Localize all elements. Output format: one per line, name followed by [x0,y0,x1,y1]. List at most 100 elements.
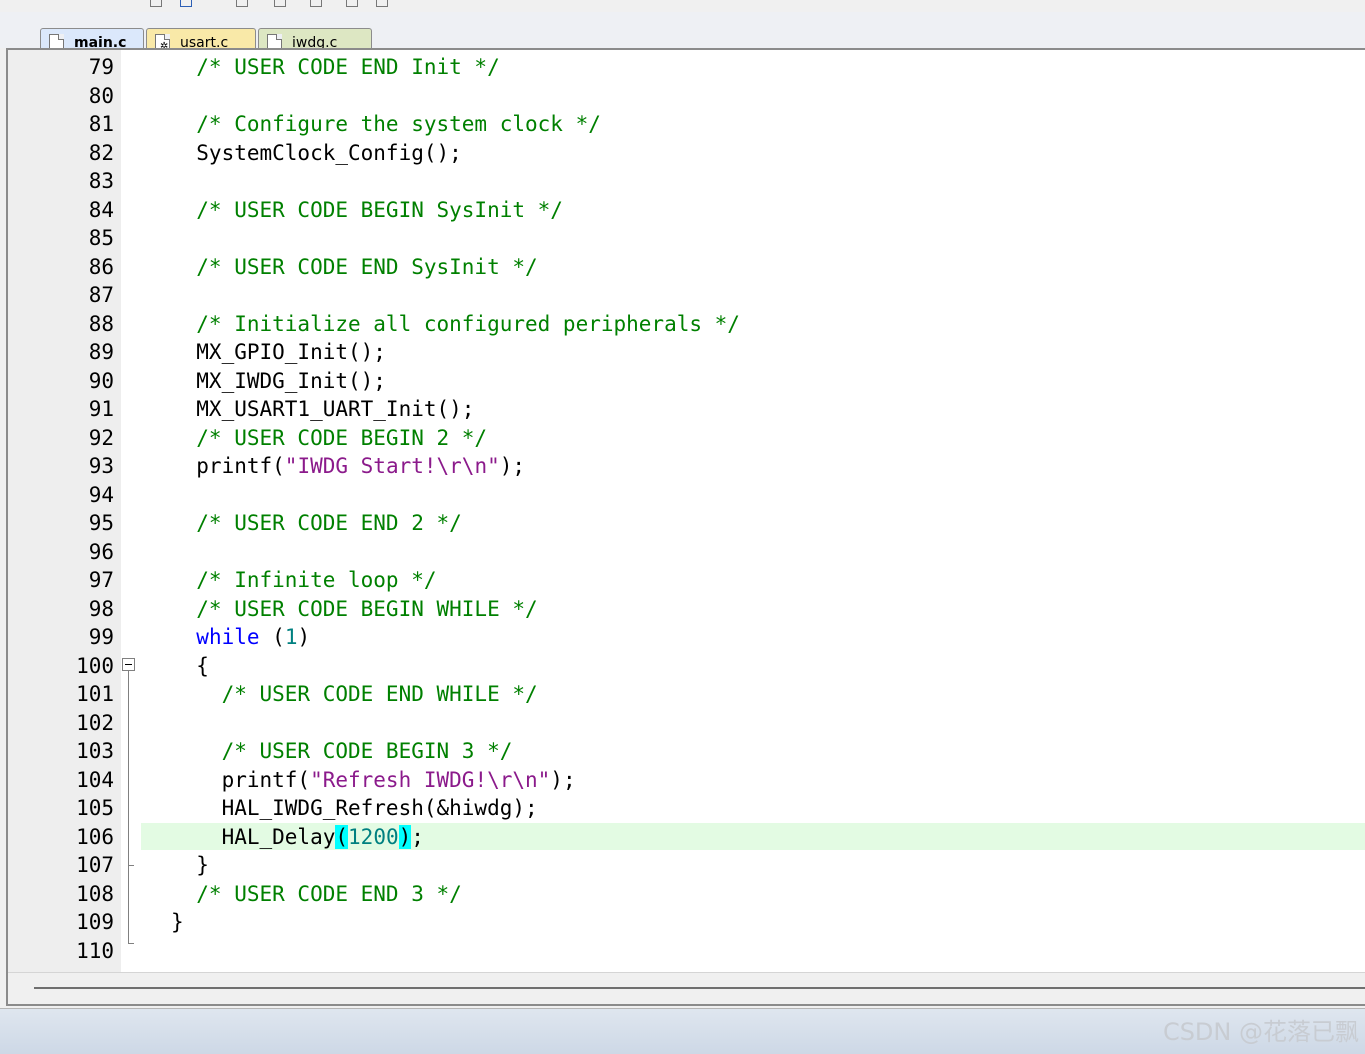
code-token: /* USER CODE BEGIN 3 */ [171,739,513,763]
code-line[interactable]: 98 /* USER CODE BEGIN WHILE */ [8,595,1365,624]
code-token: /* USER CODE END Init */ [171,55,500,79]
code-token: "IWDG Start!\r\n" [284,454,500,478]
line-number: 101 [76,682,114,706]
code-text: MX_USART1_UART_Init(); [171,395,474,423]
code-line[interactable]: 106 HAL_Delay(1200); [8,823,1365,852]
toolbar-button[interactable] [346,0,358,7]
code-token: 1200 [348,824,399,849]
code-token: /* USER CODE BEGIN 2 */ [171,425,488,450]
line-number: 107 [76,853,114,877]
code-token: SystemClock_Config(); [171,140,462,165]
line-number: 97 [88,568,114,592]
code-line[interactable]: 79 /* USER CODE END Init */ [8,53,1365,82]
line-number: 94 [88,482,114,507]
code-token: /* Configure the system clock */ [171,112,601,136]
code-line[interactable]: 104 printf("Refresh IWDG!\r\n"); [8,766,1365,795]
code-token: /* USER CODE END SysInit */ [171,254,538,279]
line-number: 79 [88,55,114,79]
code-text: HAL_IWDG_Refresh(&hiwdg); [171,794,538,822]
line-number: 91 [88,397,114,421]
code-token: /* USER CODE END 2 */ [171,511,462,535]
code-text: /* USER CODE BEGIN 3 */ [171,737,513,765]
code-line[interactable]: 97 /* Infinite loop */ [8,566,1365,595]
toolbar-button[interactable] [274,0,286,7]
line-number: 102 [76,710,114,735]
code-token: printf( [171,767,311,792]
fold-end-marker [128,943,134,944]
code-line[interactable]: 89 MX_GPIO_Init(); [8,338,1365,367]
code-line[interactable]: 100 { [8,652,1365,681]
code-text: SystemClock_Config(); [171,139,462,167]
line-number: 83 [88,169,114,193]
code-line[interactable]: 82 SystemClock_Config(); [8,139,1365,168]
code-line[interactable]: 86 /* USER CODE END SysInit */ [8,253,1365,282]
toolbar-button[interactable] [180,0,192,7]
line-number: 82 [88,140,114,165]
fold-end-marker [128,865,134,866]
code-line[interactable]: 90 MX_IWDG_Init(); [8,367,1365,396]
code-line[interactable]: 80 [8,82,1365,111]
code-token: /* USER CODE BEGIN WHILE */ [171,596,538,621]
line-number: 86 [88,254,114,279]
code-line[interactable]: 102 [8,709,1365,738]
toolbar-button[interactable] [236,0,248,7]
code-line[interactable]: 103 /* USER CODE BEGIN 3 */ [8,737,1365,766]
code-text: /* USER CODE END SysInit */ [171,253,538,281]
code-token: { [171,653,209,678]
code-line[interactable]: 83 [8,167,1365,196]
toolbar-button[interactable] [376,0,388,7]
file-tab-bar: main.c ✲ usart.c iwdg.c [0,12,1365,56]
code-line[interactable]: 95 /* USER CODE END 2 */ [8,509,1365,538]
code-line[interactable]: 91 MX_USART1_UART_Init(); [8,395,1365,424]
code-token: while [196,625,260,649]
code-token: HAL_Delay [171,824,336,849]
code-token: HAL_IWDG_Refresh(&hiwdg); [171,796,538,820]
code-line[interactable]: 108 /* USER CODE END 3 */ [8,880,1365,909]
toolbar-button[interactable] [310,0,322,7]
line-number: 81 [88,112,114,136]
code-token: ); [499,454,526,478]
line-number: 87 [88,283,114,307]
code-line[interactable]: 99 while (1) [8,623,1365,652]
line-number: 90 [88,368,114,393]
line-number: 80 [88,83,114,108]
code-token: ); [550,767,576,792]
code-text: } [171,908,184,936]
code-text: /* USER CODE END Init */ [171,53,500,81]
line-number: 88 [88,311,114,336]
line-number: 100 [76,653,114,678]
scrollbar-track[interactable] [34,987,1365,989]
code-line[interactable]: 109} [8,908,1365,937]
line-number: 84 [88,197,114,222]
code-text: /* Configure the system clock */ [171,110,601,138]
code-line[interactable]: 105 HAL_IWDG_Refresh(&hiwdg); [8,794,1365,823]
code-line[interactable]: 81 /* Configure the system clock */ [8,110,1365,139]
fold-guide [128,671,129,943]
fold-collapse-icon[interactable] [122,658,135,671]
code-editor[interactable]: 79 /* USER CODE END Init */80 81 /* Confi… [6,48,1365,1006]
code-line[interactable]: 94 [8,481,1365,510]
line-number: 93 [88,454,114,478]
code-text: printf("IWDG Start!\r\n"); [171,452,525,480]
code-text: /* Initialize all configured peripherals… [171,310,740,338]
code-text: /* USER CODE BEGIN 2 */ [171,424,487,452]
code-line[interactable]: 84 /* USER CODE BEGIN SysInit */ [8,196,1365,225]
toolbar-button[interactable] [150,0,162,7]
code-line[interactable]: 96 [8,538,1365,567]
code-token: MX_USART1_UART_Init(); [171,397,475,421]
code-line[interactable]: 110 [8,937,1365,966]
code-token: /* Initialize all configured peripherals… [171,311,740,336]
code-token: 1 [284,625,298,649]
horizontal-scrollbar[interactable] [8,972,1365,1004]
code-line[interactable]: 87 [8,281,1365,310]
line-number: 108 [76,881,114,906]
code-text: HAL_Delay(1200); [171,823,424,851]
code-line[interactable]: 107 } [8,851,1365,880]
code-text: /* USER CODE END WHILE */ [171,680,538,708]
code-line[interactable]: 93 printf("IWDG Start!\r\n"); [8,452,1365,481]
line-number: 109 [76,910,114,934]
code-line[interactable]: 101 /* USER CODE END WHILE */ [8,680,1365,709]
code-line[interactable]: 88 /* Initialize all configured peripher… [8,310,1365,339]
code-line[interactable]: 85 [8,224,1365,253]
code-line[interactable]: 92 /* USER CODE BEGIN 2 */ [8,424,1365,453]
